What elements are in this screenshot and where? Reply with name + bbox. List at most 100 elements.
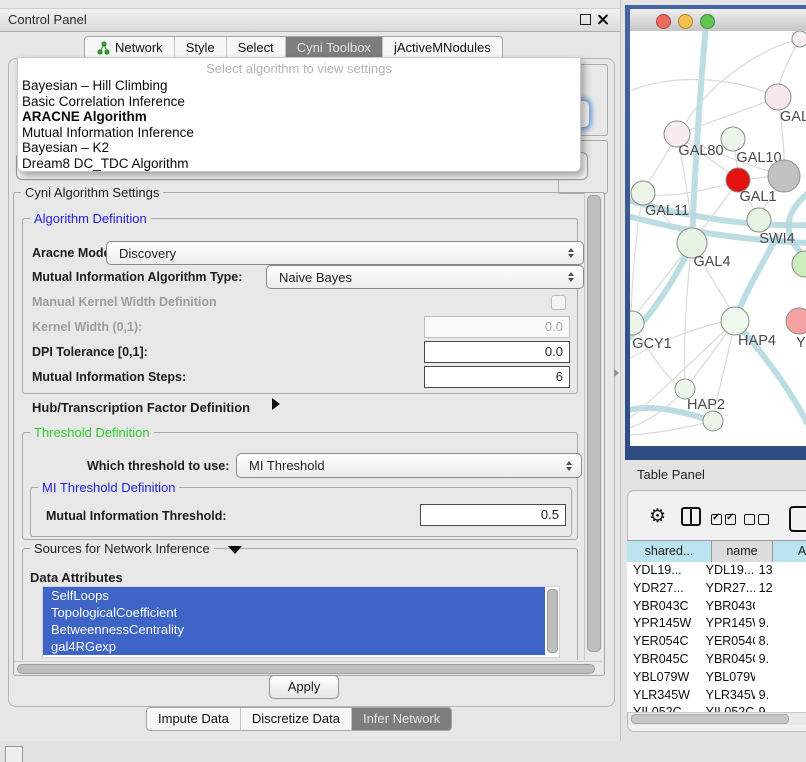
tab-label: Style bbox=[186, 37, 215, 59]
minimize-traffic-icon[interactable] bbox=[678, 14, 693, 29]
network-edge[interactable] bbox=[631, 193, 643, 315]
collapse-arrow-icon[interactable] bbox=[228, 546, 242, 554]
column-header-a[interactable]: A bbox=[773, 541, 806, 562]
float-icon[interactable] bbox=[580, 14, 591, 25]
network-node[interactable] bbox=[703, 411, 723, 431]
network-node-swi4[interactable] bbox=[747, 208, 771, 232]
table-row[interactable]: YER054CYER054C8. bbox=[627, 633, 806, 651]
data-attributes-list[interactable]: SelfLoopsTopologicalCoefficientBetweenne… bbox=[42, 586, 560, 658]
tab-jactivemnodules[interactable]: jActiveMNodules bbox=[382, 37, 502, 59]
mi-steps-field[interactable]: 6 bbox=[424, 366, 570, 388]
table-cell bbox=[755, 669, 806, 687]
node-label: GAL bbox=[780, 109, 806, 125]
settings-vscroll-thumb[interactable] bbox=[587, 195, 601, 652]
mi-type-select[interactable]: Naive Bayes bbox=[266, 265, 584, 289]
file-icon[interactable] bbox=[789, 506, 806, 532]
tab-style[interactable]: Style bbox=[174, 37, 226, 59]
zoom-traffic-icon[interactable] bbox=[700, 14, 715, 29]
settings-vscrollbar[interactable] bbox=[584, 193, 603, 660]
close-icon[interactable] bbox=[597, 13, 609, 25]
table-hscroll-thumb[interactable] bbox=[631, 714, 789, 724]
attribute-item-betweennesscentrality[interactable]: BetweennessCentrality bbox=[43, 621, 545, 638]
tab-network[interactable]: Network bbox=[85, 37, 174, 59]
table-cell: YLR345W bbox=[702, 687, 755, 705]
settings-hscrollbar[interactable] bbox=[14, 661, 602, 674]
node-label: SWI4 bbox=[759, 231, 794, 247]
table-row[interactable]: YIL052CYIL052C9 bbox=[627, 704, 806, 712]
tab-impute-data[interactable]: Impute Data bbox=[147, 708, 240, 730]
aracne-mode-select[interactable]: Discovery bbox=[106, 241, 584, 265]
table-row[interactable]: YDR27...YDR27...12 bbox=[627, 580, 806, 598]
dropdown-placeholder: Select algorithm to view settings bbox=[18, 60, 580, 78]
column-header-shared[interactable]: shared... bbox=[627, 541, 712, 562]
unchecked-pair-icon[interactable] bbox=[744, 512, 772, 530]
network-node-hap2[interactable] bbox=[675, 379, 695, 399]
table-row[interactable]: YLR345WYLR345W9. bbox=[627, 687, 806, 705]
tab-cyni-toolbox[interactable]: Cyni Toolbox bbox=[285, 37, 382, 59]
checked-pair-icon[interactable] bbox=[711, 512, 739, 530]
network-node-gal10[interactable] bbox=[721, 127, 745, 151]
kernel-width-field[interactable]: 0.0 bbox=[424, 316, 570, 338]
network-node-hap4[interactable] bbox=[721, 307, 749, 335]
tab-label: Cyni Toolbox bbox=[297, 37, 371, 59]
table-body[interactable]: YDL19...YDL19...13YDR27...YDR27...12YBR0… bbox=[627, 562, 806, 712]
tab-select[interactable]: Select bbox=[226, 37, 285, 59]
tab-discretize-data[interactable]: Discretize Data bbox=[240, 708, 351, 730]
columns-icon[interactable] bbox=[681, 507, 701, 526]
network-edge-thick[interactable] bbox=[692, 31, 706, 243]
network-node-gcy1[interactable] bbox=[630, 311, 644, 335]
node-label: GAL11 bbox=[645, 203, 689, 219]
attribute-item-gal4rgexp[interactable]: gal4RGexp bbox=[43, 638, 545, 655]
algorithm-option-bayesian-k2[interactable]: Bayesian – K2 bbox=[18, 140, 580, 156]
tab-label: Infer Network bbox=[363, 708, 440, 730]
expand-arrow-icon[interactable] bbox=[272, 398, 280, 410]
manual-kernel-checkbox[interactable] bbox=[551, 295, 566, 310]
corner-widget bbox=[5, 746, 23, 762]
which-threshold-select[interactable]: MI Threshold bbox=[236, 453, 582, 478]
list-scrollbar[interactable] bbox=[547, 589, 558, 653]
network-node[interactable] bbox=[792, 251, 806, 277]
network-node[interactable] bbox=[792, 31, 806, 47]
table-cell: 9 bbox=[755, 704, 806, 712]
network-edge[interactable] bbox=[630, 421, 713, 435]
network-edge[interactable] bbox=[684, 243, 692, 381]
table-cell: 12 bbox=[755, 580, 806, 598]
network-node-gal11[interactable] bbox=[631, 181, 655, 205]
tab-label: Discretize Data bbox=[252, 708, 340, 730]
manual-kernel-label: Manual Kernel Width Definition bbox=[32, 295, 217, 309]
settings-hscroll-thumb[interactable] bbox=[17, 664, 595, 674]
hub-section-label[interactable]: Hub/Transcription Factor Definition bbox=[32, 400, 250, 415]
network-canvas[interactable]: GALGAL80GAL10GAL1GAL11SWI4GAL4GCY1HAP4YH… bbox=[630, 31, 806, 446]
table-cell: YPR145W bbox=[702, 615, 755, 633]
attribute-item-selfloops[interactable]: SelfLoops bbox=[43, 587, 545, 604]
table-row[interactable]: YPR145WYPR145W9. bbox=[627, 615, 806, 633]
network-window-titlebar[interactable] bbox=[630, 9, 806, 32]
table-panel-title: Table Panel bbox=[637, 467, 705, 482]
network-node[interactable] bbox=[768, 160, 800, 192]
algorithm-option-dream8-dc-tdc-algorithm[interactable]: Dream8 DC_TDC Algorithm bbox=[18, 156, 580, 172]
tab-infer-network[interactable]: Infer Network bbox=[351, 708, 451, 730]
close-traffic-icon[interactable] bbox=[656, 14, 671, 29]
algorithm-option-aracne-algorithm[interactable]: ARACNE Algorithm bbox=[18, 109, 580, 125]
algorithm-option-bayesian-hill-climbing[interactable]: Bayesian – Hill Climbing bbox=[18, 78, 580, 94]
dpi-tolerance-field[interactable]: 0.0 bbox=[424, 341, 570, 363]
table-row[interactable]: YDL19...YDL19...13 bbox=[627, 562, 806, 580]
network-node-y[interactable] bbox=[786, 308, 806, 334]
table-row[interactable]: YBR043CYBR043C bbox=[627, 598, 806, 616]
node-label: Y bbox=[796, 335, 806, 351]
gear-icon[interactable]: ⚙ bbox=[649, 505, 666, 528]
algorithm-option-mutual-information-inference[interactable]: Mutual Information Inference bbox=[18, 125, 580, 141]
mi-threshold-field[interactable]: 0.5 bbox=[420, 504, 566, 526]
splitter-toggle-icon[interactable] bbox=[614, 369, 619, 377]
table-row[interactable]: YBR045CYBR045C9. bbox=[627, 651, 806, 669]
node-label: HAP4 bbox=[738, 333, 776, 349]
apply-button[interactable]: Apply bbox=[269, 675, 339, 699]
table-row[interactable]: YBL079WYBL079W bbox=[627, 669, 806, 687]
network-node-gal[interactable] bbox=[765, 84, 791, 110]
application-root: Control Panel NetworkStyleSelectCyni Too… bbox=[0, 0, 806, 762]
algorithm-option-basic-correlation-inference[interactable]: Basic Correlation Inference bbox=[18, 94, 580, 110]
column-header-name[interactable]: name bbox=[712, 541, 773, 562]
mi-steps-label: Mutual Information Steps: bbox=[32, 370, 186, 384]
attribute-item-topologicalcoefficient[interactable]: TopologicalCoefficient bbox=[43, 604, 545, 621]
table-header-row: shared...nameA bbox=[627, 540, 806, 563]
